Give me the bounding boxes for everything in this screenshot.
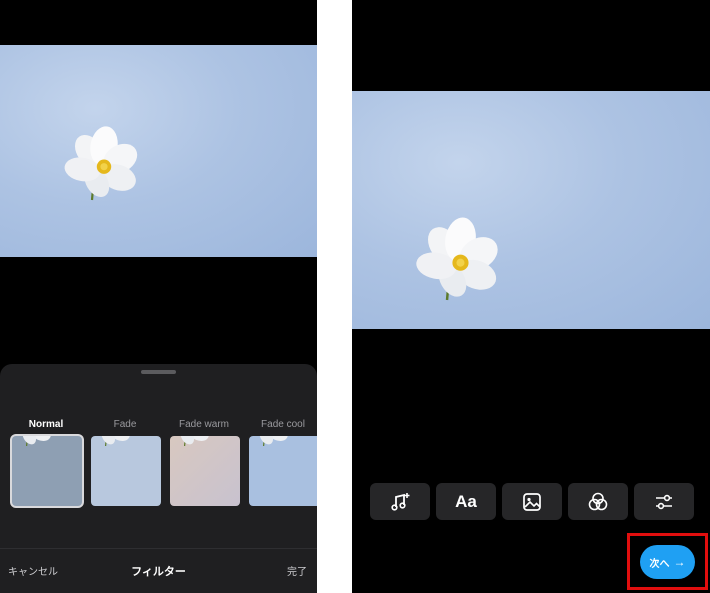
effects-button[interactable] [568, 483, 628, 520]
sticker-image-icon [523, 492, 541, 511]
filter-label-fade: Fade [113, 419, 137, 430]
sheet-handle[interactable] [141, 370, 176, 374]
sheet-title: フィルター [131, 566, 186, 578]
next-button[interactable]: 次へ → [640, 545, 695, 579]
filter-label-fade-warm: Fade warm [178, 419, 229, 430]
add-text-button[interactable]: Aa [436, 483, 496, 520]
adjust-button[interactable] [634, 483, 694, 520]
filter-thumb-fade-warm[interactable] [170, 436, 240, 506]
music-note-add-icon [391, 492, 410, 511]
photo-preview [0, 45, 317, 257]
filter-sheet: Normal Fade Fade warm Fade cool キャンセル フィ… [0, 364, 317, 593]
sliders-adjust-icon [656, 494, 672, 509]
filter-editor-screen: Normal Fade Fade warm Fade cool キャンセル フィ… [0, 0, 317, 593]
filter-thumb-normal[interactable] [12, 436, 82, 506]
effects-circles-icon [588, 492, 608, 510]
filter-thumb-fade-cool[interactable] [249, 436, 317, 506]
text-icon: Aa [455, 491, 477, 511]
done-button[interactable]: 完了 [287, 563, 307, 578]
filter-label-normal: Normal [28, 419, 64, 430]
filter-thumb-fade[interactable] [91, 436, 161, 506]
arrow-right-icon: → [673, 555, 686, 569]
sheet-divider [0, 548, 317, 549]
photo-preview [352, 91, 710, 329]
add-sticker-button[interactable] [502, 483, 562, 520]
next-button-label: 次へ [649, 558, 670, 570]
filter-label-fade-cool: Fade cool [261, 419, 305, 430]
add-music-button[interactable] [370, 483, 430, 520]
